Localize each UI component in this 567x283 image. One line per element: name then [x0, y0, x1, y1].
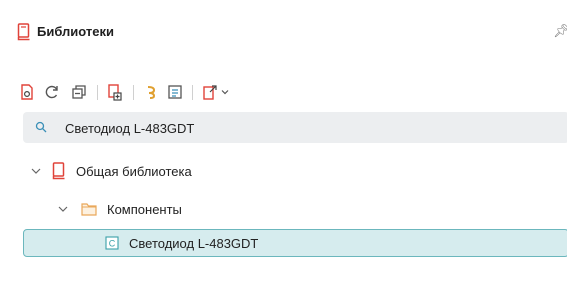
- toolbar-separator: [133, 85, 134, 100]
- add-component-icon[interactable]: [105, 81, 125, 103]
- new-library-icon[interactable]: [17, 81, 37, 103]
- tree-item-label: Компоненты: [107, 201, 182, 217]
- properties-icon[interactable]: [165, 81, 185, 103]
- toolbar-separator: [97, 85, 98, 100]
- search-input[interactable]: [65, 118, 525, 138]
- svg-text:C: C: [109, 239, 116, 249]
- dropdown-chevron-icon[interactable]: [218, 81, 232, 103]
- tree-item-library[interactable]: Общая библиотека: [30, 159, 192, 183]
- tree-item-label: Светодиод L-483GDT: [129, 235, 259, 251]
- folder-icon: [81, 203, 97, 216]
- link-icon[interactable]: [141, 81, 161, 103]
- tree-item-folder[interactable]: Компоненты: [57, 197, 182, 221]
- book-icon: [52, 162, 65, 180]
- book-icon: [17, 23, 30, 41]
- chevron-down-icon[interactable]: [30, 165, 42, 177]
- panel-header: Библиотеки 📌︎: [0, 18, 567, 48]
- component-icon: C: [105, 236, 119, 250]
- toolbar: [17, 81, 537, 103]
- chevron-down-icon[interactable]: [57, 203, 69, 215]
- refresh-icon[interactable]: [42, 81, 62, 103]
- search-icon: [35, 121, 47, 133]
- pin-icon[interactable]: 📌︎: [553, 23, 567, 39]
- tree-item-component-selected[interactable]: C Светодиод L-483GDT: [23, 229, 567, 257]
- toolbar-separator: [192, 85, 193, 100]
- panel-title: Библиотеки: [37, 24, 115, 39]
- collapse-icon[interactable]: [69, 81, 89, 103]
- tree-item-label: Общая библиотека: [76, 163, 192, 179]
- export-icon[interactable]: [200, 81, 220, 103]
- libraries-panel: Библиотеки 📌︎ Светодиод L-483GDT Общая б…: [0, 0, 567, 283]
- search-box: ×: [23, 112, 567, 143]
